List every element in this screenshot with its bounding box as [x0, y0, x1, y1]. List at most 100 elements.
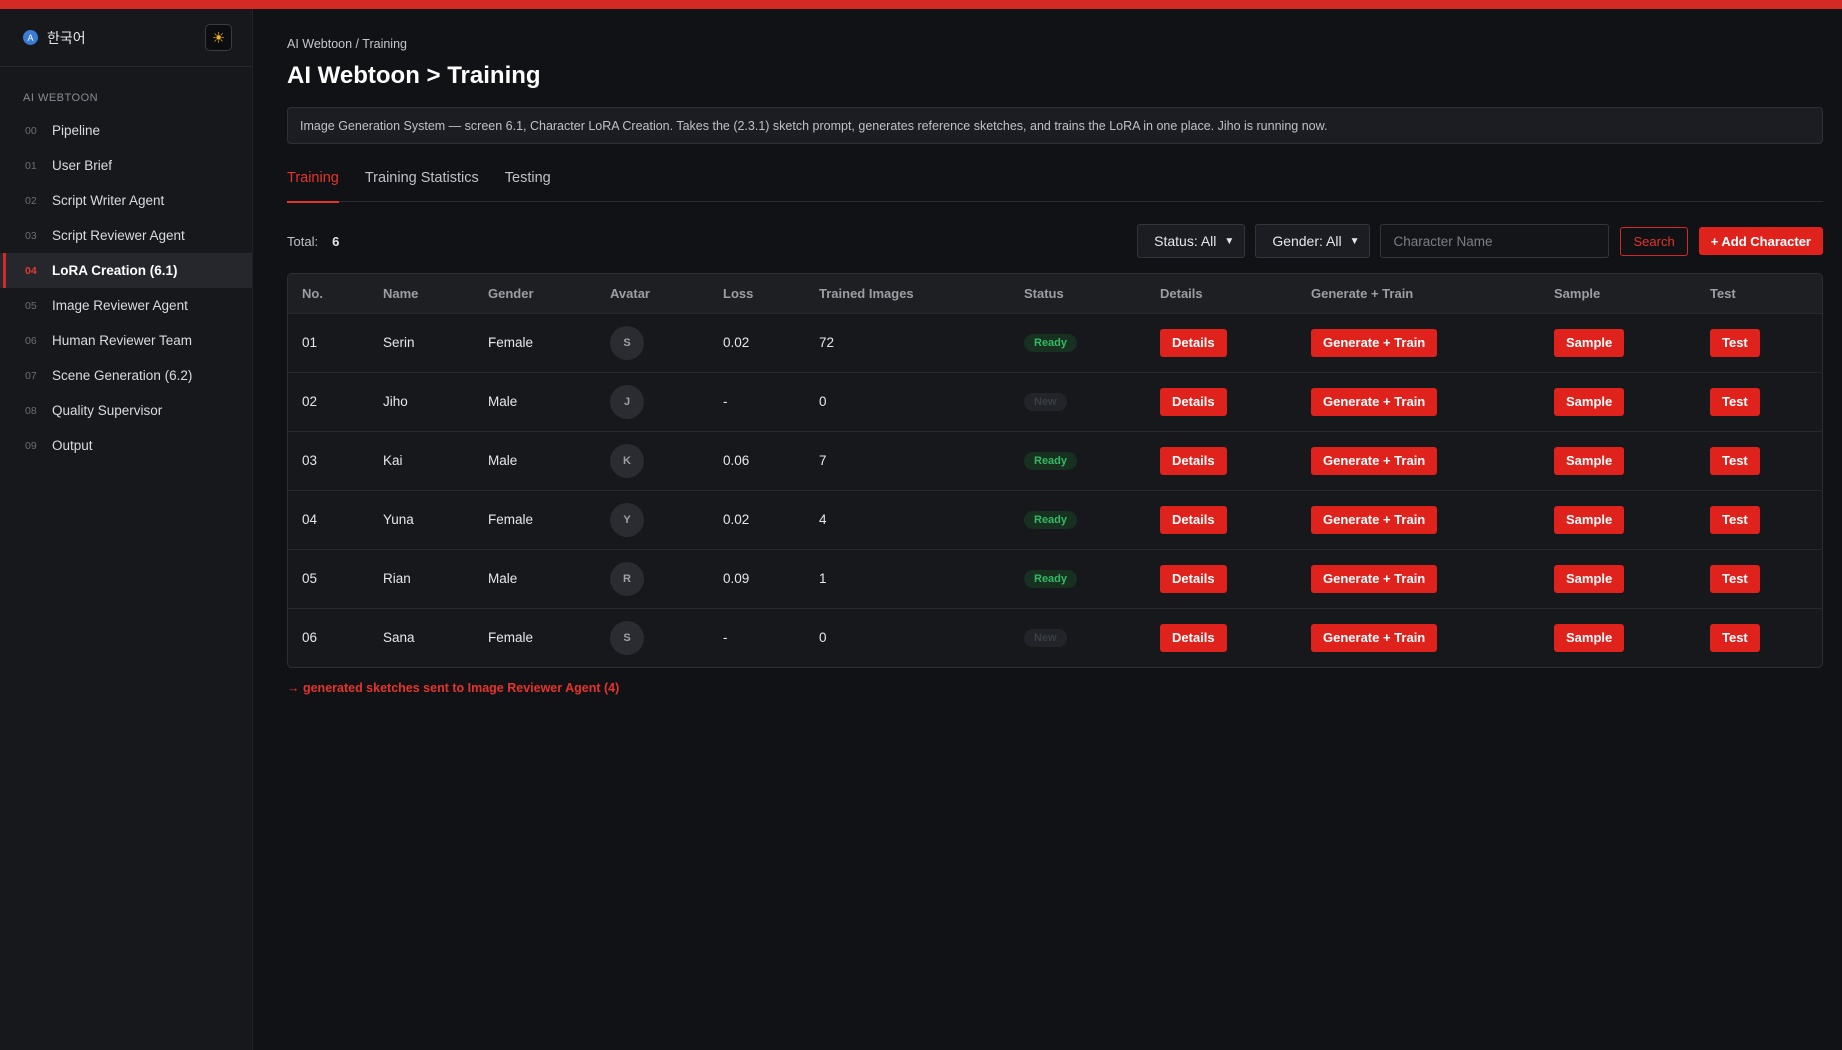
trained-images-count: 72	[819, 335, 835, 350]
tab-training[interactable]: Training	[287, 160, 339, 203]
sample-button[interactable]: Sample	[1554, 623, 1625, 652]
character-gender: Male	[488, 394, 518, 409]
sample-button[interactable]: Sample	[1554, 505, 1625, 534]
column-header: Avatar	[610, 285, 650, 301]
sidebar-item-image-reviewer-agent[interactable]: 05 Image Reviewer Agent	[0, 288, 252, 323]
character-gender: Female	[488, 630, 534, 646]
sidebar: A 한국어 ☀ AI WEBTOON 00 Pipeline 01 User Brie…	[0, 9, 253, 1050]
generate-train-button[interactable]: Generate + Train	[1311, 446, 1438, 475]
row-number: 04	[302, 512, 318, 527]
column-header: Name	[383, 285, 419, 301]
globe-icon[interactable]: A	[23, 30, 38, 45]
table-row: 02 Jiho Male J - 0 New Details Generate + Train S…	[288, 372, 1822, 431]
sample-button[interactable]: Sample	[1554, 446, 1625, 475]
loss-value: 0.02	[723, 512, 750, 527]
character-name: Jiho	[383, 394, 408, 409]
sidebar-item-number: 05	[25, 299, 37, 312]
generate-train-button[interactable]: Generate + Train	[1311, 328, 1438, 357]
add-character-button[interactable]: + Add Character	[1698, 227, 1823, 255]
language-selector[interactable]: 한국어	[47, 28, 86, 48]
sidebar-item-label: User Brief	[52, 158, 113, 173]
character-gender: Female	[488, 335, 534, 350]
table-row: 05 Rian Male R 0.09 1 Ready Details Generate + T…	[288, 549, 1822, 608]
sample-button[interactable]: Sample	[1554, 387, 1625, 416]
test-button[interactable]: Test	[1710, 564, 1760, 593]
tab-testing[interactable]: Testing	[505, 160, 551, 202]
gender-filter-select[interactable]: Gender: All ▼	[1255, 224, 1371, 258]
sidebar-item-label: Pipeline	[52, 123, 101, 138]
sidebar-item-number: 06	[25, 334, 37, 347]
sidebar-item-human-reviewer-team[interactable]: 06 Human Reviewer Team	[0, 323, 252, 358]
page-title: AI Webtoon > Training	[287, 62, 541, 89]
sidebar-item-label: Quality Supervisor	[52, 403, 163, 418]
details-button[interactable]: Details	[1160, 505, 1227, 534]
test-button[interactable]: Test	[1710, 446, 1760, 475]
search-button[interactable]: Search	[1620, 226, 1688, 256]
generate-train-button[interactable]: Generate + Train	[1311, 387, 1438, 416]
column-header: Test	[1710, 285, 1736, 301]
sidebar-item-number: 01	[25, 159, 37, 172]
sidebar-item-label: Image Reviewer Agent	[52, 298, 188, 313]
details-button[interactable]: Details	[1160, 387, 1227, 416]
test-button[interactable]: Test	[1710, 505, 1760, 534]
sidebar-item-quality-supervisor[interactable]: 08 Quality Supervisor	[0, 393, 252, 428]
avatar: J	[610, 384, 644, 419]
table-row: 01 Serin Female S 0.02 72 Ready Details Generate…	[288, 313, 1822, 372]
gender-filter-value: Gender: All	[1272, 233, 1342, 249]
trained-images-count: 0	[819, 394, 827, 409]
status-filter-select[interactable]: Status: All ▼	[1137, 224, 1246, 258]
column-header: Gender	[488, 285, 534, 301]
sidebar-item-scene-generation-6-2[interactable]: 07 Scene Generation (6.2)	[0, 358, 252, 393]
tab-training-statistics[interactable]: Training Statistics	[365, 160, 479, 202]
column-header: Loss	[723, 285, 754, 301]
sidebar-item-pipeline[interactable]: 00 Pipeline	[0, 113, 252, 148]
characters-table: No. Name Gender Avatar Loss Trained Images Sta…	[287, 273, 1823, 668]
generate-train-button[interactable]: Generate + Train	[1311, 564, 1438, 593]
status-badge: New	[1024, 628, 1067, 647]
sidebar-item-script-reviewer-agent[interactable]: 03 Script Reviewer Agent	[0, 218, 252, 253]
sidebar-item-number: 07	[25, 369, 37, 382]
sample-button[interactable]: Sample	[1554, 328, 1625, 357]
avatar: S	[610, 620, 644, 655]
details-button[interactable]: Details	[1160, 446, 1227, 475]
table-row: 03 Kai Male K 0.06 7 Ready Details Generate + Tr…	[288, 431, 1822, 490]
generate-train-button[interactable]: Generate + Train	[1311, 505, 1438, 534]
avatar: R	[610, 561, 644, 596]
column-header: Details	[1160, 285, 1203, 301]
sidebar-item-number: 00	[25, 124, 37, 137]
sample-button[interactable]: Sample	[1554, 564, 1625, 593]
loss-value: -	[723, 630, 728, 646]
theme-toggle-button[interactable]: ☀	[205, 24, 232, 51]
status-filter-value: Status: All	[1154, 233, 1217, 249]
breadcrumb[interactable]: AI Webtoon / Training	[287, 36, 1823, 52]
sidebar-item-output[interactable]: 09 Output	[0, 428, 252, 463]
sidebar-item-label: LoRA Creation (6.1)	[52, 263, 178, 278]
generate-train-button[interactable]: Generate + Train	[1311, 623, 1438, 652]
trained-images-count: 7	[819, 453, 827, 468]
details-button[interactable]: Details	[1160, 328, 1227, 357]
handoff-note[interactable]: → generated sketches sent to Image Revie…	[287, 681, 1823, 695]
character-name-input[interactable]	[1380, 224, 1610, 258]
sidebar-item-number: 03	[25, 229, 37, 242]
row-number: 03	[302, 453, 318, 468]
details-button[interactable]: Details	[1160, 564, 1227, 593]
table-header-row: No. Name Gender Avatar Loss Trained Images Sta…	[288, 274, 1822, 313]
sidebar-item-number: 09	[25, 439, 37, 452]
avatar: Y	[610, 502, 644, 537]
loss-value: 0.09	[723, 571, 750, 586]
chevron-down-icon: ▼	[1224, 235, 1235, 247]
test-button[interactable]: Test	[1710, 328, 1760, 357]
sidebar-item-lora-creation-6-1[interactable]: 04 LoRA Creation (6.1)	[0, 253, 252, 288]
status-badge: Ready	[1024, 510, 1078, 529]
sun-icon: ☀	[211, 29, 226, 47]
sidebar-nav: 00 Pipeline 01 User Brief 02 Script Writer Ag…	[0, 113, 252, 463]
info-text: Image Generation System — screen 6.1, Ch…	[300, 118, 1328, 133]
sidebar-item-script-writer-agent[interactable]: 02 Script Writer Agent	[0, 183, 252, 218]
details-button[interactable]: Details	[1160, 623, 1227, 652]
table-row: 04 Yuna Female Y 0.02 4 Ready Details Generate +…	[288, 490, 1822, 549]
test-button[interactable]: Test	[1710, 387, 1760, 416]
sidebar-item-user-brief[interactable]: 01 User Brief	[0, 148, 252, 183]
test-button[interactable]: Test	[1710, 623, 1760, 652]
total-label: Total:	[287, 233, 319, 249]
character-name: Yuna	[383, 512, 414, 527]
